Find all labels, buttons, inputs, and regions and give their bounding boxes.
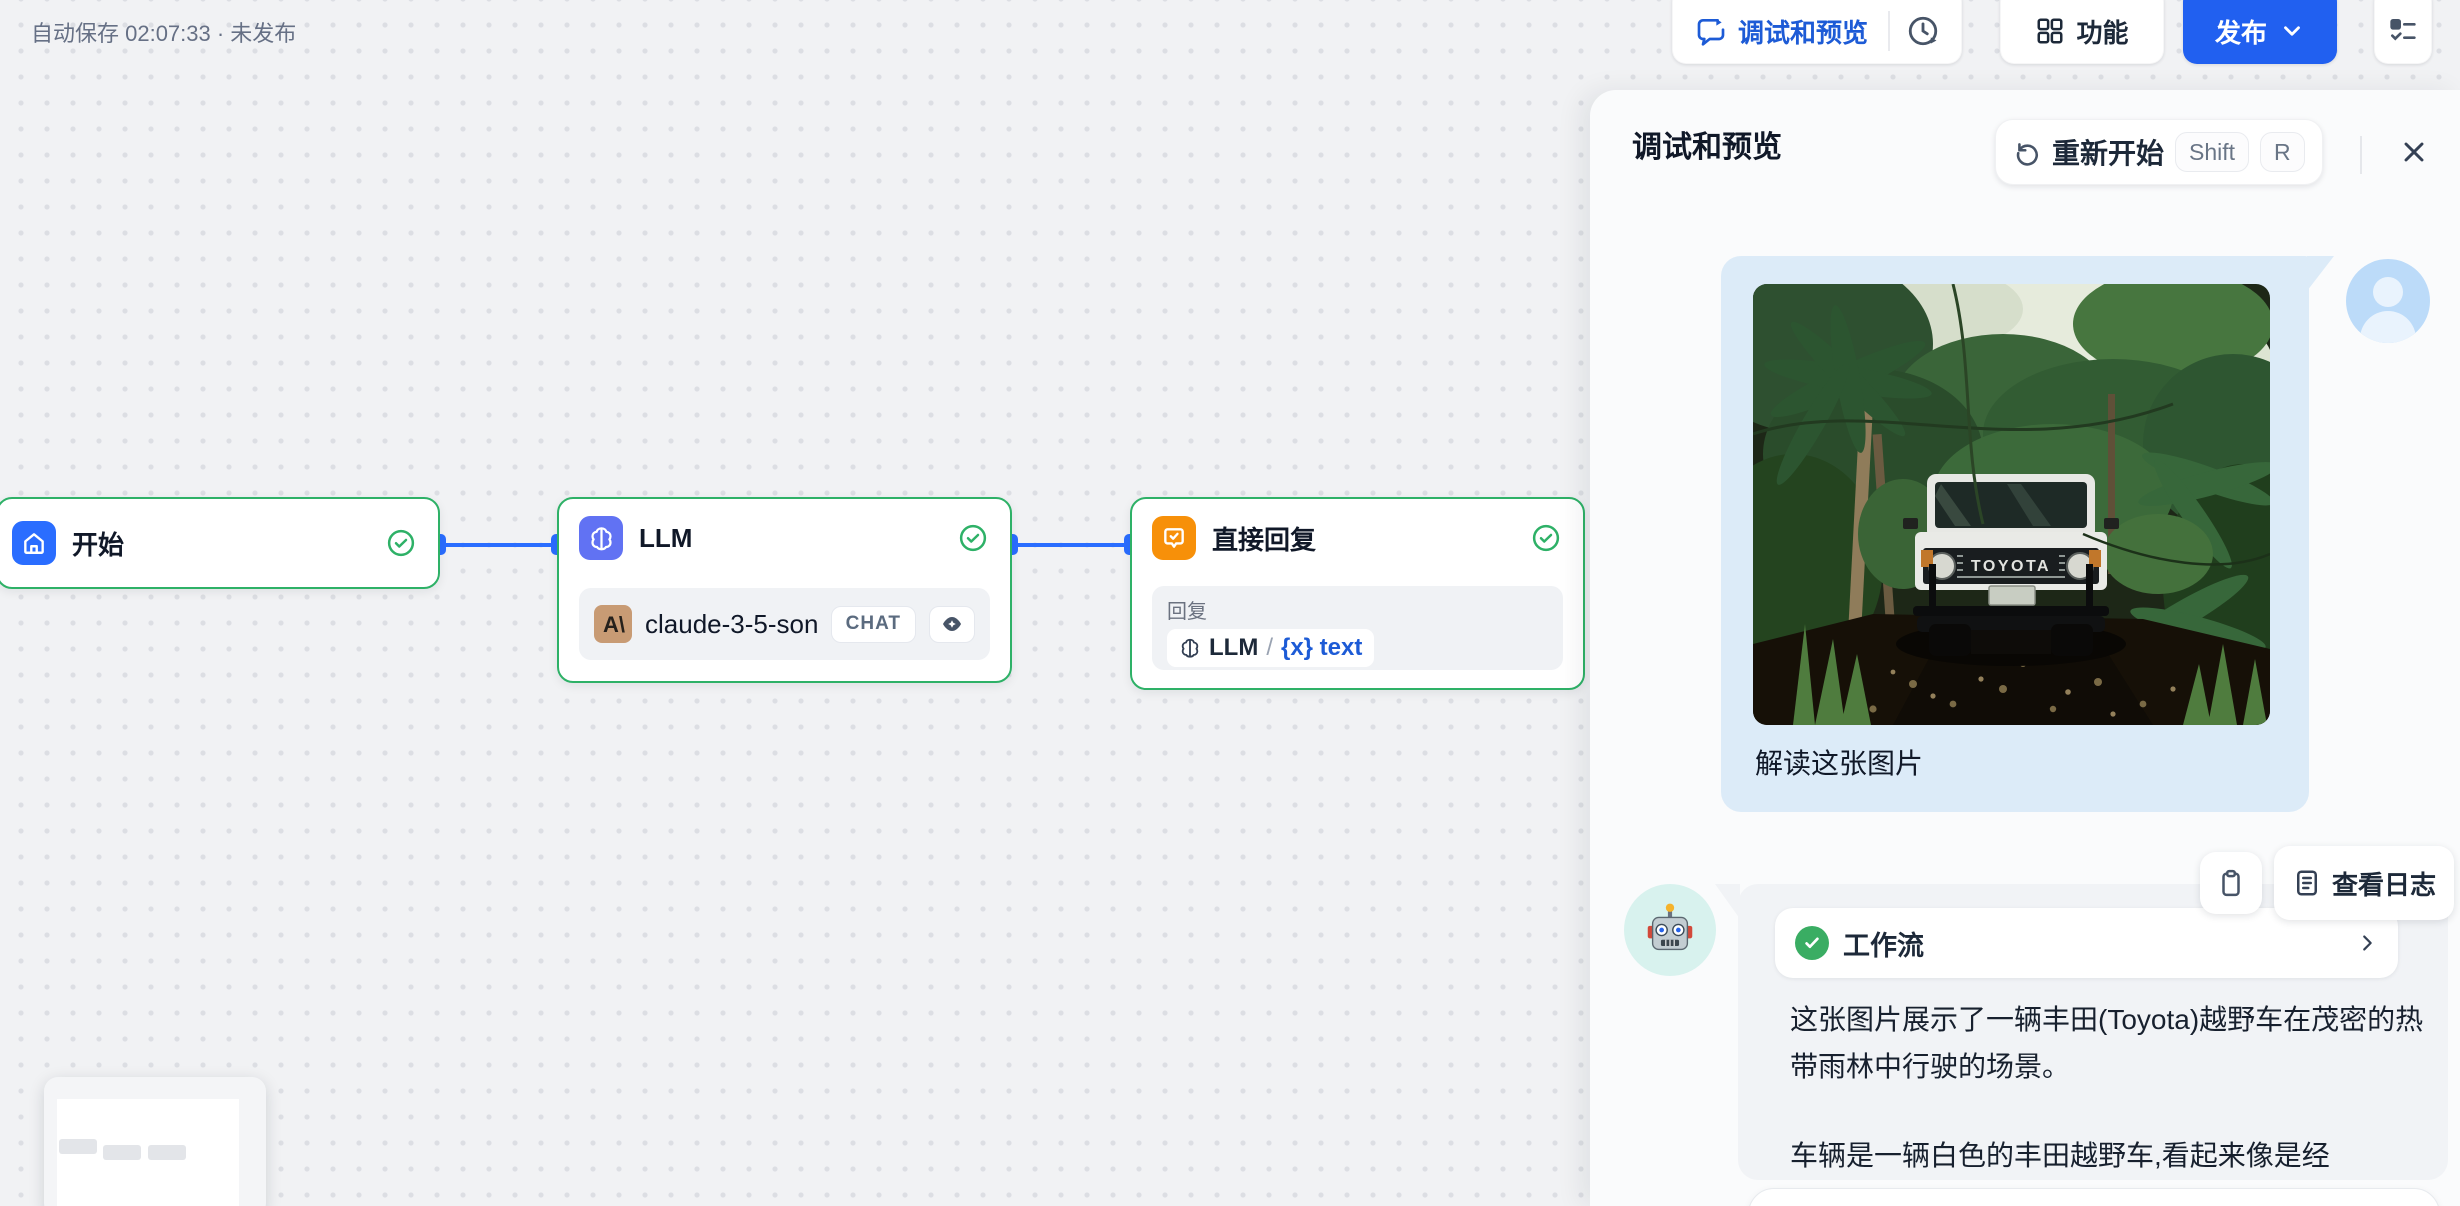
bubble-tail [2307, 256, 2334, 291]
view-logs-label: 查看日志 [2332, 869, 2437, 900]
variable-node-name: LLM [1209, 634, 1259, 661]
checklist-icon [2387, 15, 2419, 47]
blocks-grid-icon [2035, 16, 2065, 46]
restart-icon [2013, 138, 2041, 166]
svg-text:A\: A\ [603, 612, 625, 637]
bot-response-paragraph: 车辆是一辆白色的丰田越野车,看起来像是经 [1790, 1140, 2330, 1171]
debug-preview-label: 调试和预览 [1738, 17, 1869, 48]
anthropic-model-icon: A\ [594, 605, 632, 643]
home-icon [12, 521, 56, 565]
checklist-button[interactable] [2374, 0, 2432, 64]
close-icon [2404, 142, 2424, 162]
bot-message-bubble: 工作流 这张图片展示了一辆丰田(Toyota)越野车在茂密的热带雨林中行驶的场景… [1715, 884, 2448, 1180]
features-label: 功能 [2076, 17, 2129, 48]
robot-icon [1647, 903, 1693, 951]
success-check-icon [386, 528, 416, 558]
chevron-right-icon [2356, 932, 2378, 954]
view-logs-button[interactable]: 查看日志 [2274, 846, 2455, 920]
node-title: 直接回复 [1212, 524, 1317, 555]
log-document-icon [2292, 868, 2322, 898]
node-llm[interactable]: LLM A\ claude-3-5-son... CHAT [557, 497, 1012, 683]
brain-icon-small [1179, 637, 1201, 659]
variable-separator: / [1266, 634, 1273, 661]
brain-icon [579, 516, 623, 560]
restart-label: 重新开始 [2052, 138, 2165, 169]
header-divider [2360, 136, 2362, 174]
photo-grille-text: TOYOTA [1971, 558, 2051, 575]
panel-title: 调试和预览 [1632, 131, 1782, 164]
close-panel-button[interactable] [2392, 130, 2436, 174]
variable-chip[interactable]: LLM / {x} text [1167, 629, 1375, 667]
debug-preview-button[interactable]: 调试和预览 [1673, 0, 1888, 63]
autosave-status: 自动保存 02:07:33 · 未发布 [31, 21, 297, 46]
bot-avatar [1624, 884, 1716, 976]
answer-field-label: 回复 [1167, 601, 1207, 623]
bot-response-text: 这张图片展示了一辆丰田(Toyota)越野车在茂密的热带雨林中行驶的场景。 车辆… [1790, 996, 2435, 1179]
restart-button[interactable]: 重新开始 Shift R [1995, 119, 2323, 185]
bot-response-paragraph: 这张图片展示了一辆丰田(Toyota)越野车在茂密的热带雨林中行驶的场景。 [1790, 1004, 2424, 1082]
model-name: claude-3-5-son... [645, 608, 818, 639]
version-history-button[interactable] [1890, 0, 1956, 63]
node-title: LLM [639, 522, 693, 553]
minimap-node [103, 1145, 141, 1160]
edge-start-llm[interactable] [440, 543, 557, 547]
minimap-viewport[interactable] [57, 1099, 239, 1206]
history-clock-icon [1906, 14, 1940, 48]
workflow-status-label: 工作流 [1843, 930, 1924, 961]
success-check-icon [958, 523, 988, 553]
success-check-icon [1795, 926, 1829, 960]
bubble-tail [1715, 884, 1740, 919]
chevron-down-icon [2279, 18, 2305, 44]
kbd-r: R [2260, 132, 2305, 172]
chat-input[interactable] [1748, 1188, 2440, 1206]
publish-label: 发布 [2214, 17, 2267, 48]
chat-refresh-icon [1695, 15, 1727, 47]
answer-field: 回复 LLM / {x} text [1152, 586, 1563, 670]
copy-button[interactable] [2200, 852, 2262, 914]
model-selector[interactable]: A\ claude-3-5-son... CHAT [579, 588, 990, 660]
success-check-icon [1531, 523, 1561, 553]
chat-mode-badge: CHAT [830, 605, 916, 643]
toolbar-debug-group: 调试和预览 [1672, 0, 1962, 64]
user-message-bubble: TOYOTA 解读这张图片 [1721, 256, 2334, 812]
user-uploaded-image[interactable]: TOYOTA [1753, 284, 2270, 725]
features-button[interactable]: 功能 [2000, 0, 2164, 64]
user-avatar [2346, 259, 2430, 343]
minimap-node [59, 1139, 97, 1154]
minimap[interactable] [44, 1077, 266, 1206]
debug-preview-panel: 调试和预览 重新开始 Shift R TOYOTA 解读这张图片 查看日志 工作… [1590, 90, 2460, 1206]
node-direct-answer[interactable]: 直接回复 回复 LLM / {x} text [1130, 497, 1585, 690]
vision-badge [929, 605, 975, 643]
node-title: 开始 [72, 529, 125, 560]
user-message-text: 解读这张图片 [1755, 748, 1924, 779]
publish-button[interactable]: 发布 [2183, 0, 2337, 64]
minimap-node [148, 1145, 186, 1160]
reply-check-icon [1152, 516, 1196, 560]
edge-llm-answer[interactable] [1012, 543, 1130, 547]
clipboard-icon [2222, 869, 2240, 897]
variable-reference: {x} text [1280, 634, 1363, 661]
kbd-shift: Shift [2175, 132, 2250, 172]
node-start[interactable]: 开始 [0, 497, 440, 589]
